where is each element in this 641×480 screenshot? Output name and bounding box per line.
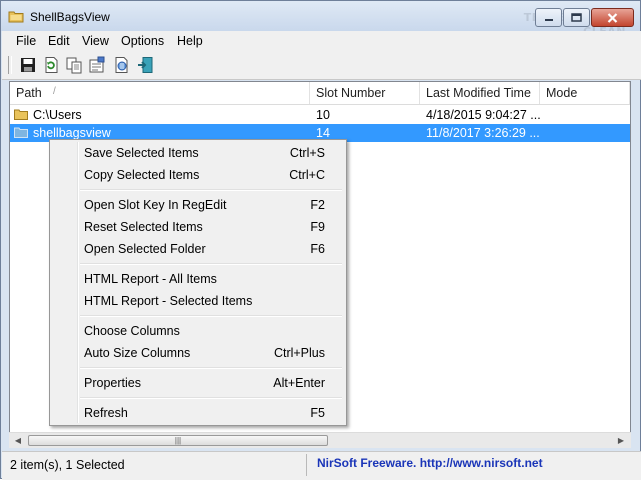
menu-item-auto-size-columns[interactable]: Auto Size Columns Ctrl+Plus <box>53 342 343 364</box>
menu-view[interactable]: View <box>82 34 109 48</box>
window-title: ShellBagsView <box>30 10 110 24</box>
toolbar <box>2 51 641 80</box>
menu-bar: File Edit View Options Help <box>2 31 641 51</box>
menu-item-open-regedit[interactable]: Open Slot Key In RegEdit F2 <box>53 194 343 216</box>
row-slot: 14 <box>316 126 330 140</box>
maximize-icon <box>571 13 582 22</box>
menu-help[interactable]: Help <box>177 34 203 48</box>
menu-separator <box>80 263 342 265</box>
row-path: shellbagsview <box>33 126 111 140</box>
properties-icon[interactable] <box>88 56 106 74</box>
sort-indicator-icon: / <box>53 86 56 97</box>
scrollbar-thumb[interactable]: ||| <box>28 435 328 446</box>
column-header-mode[interactable]: Mode <box>540 82 630 104</box>
status-item-count: 2 item(s), 1 Selected <box>10 458 125 472</box>
menu-separator <box>80 189 342 191</box>
row-path: C:\Users <box>33 108 82 122</box>
minimize-button[interactable] <box>535 8 562 27</box>
copy-icon[interactable] <box>65 56 83 74</box>
close-button[interactable] <box>591 8 634 27</box>
column-header-slot-number[interactable]: Slot Number <box>310 82 420 104</box>
menu-item-reset-selected[interactable]: Reset Selected Items F9 <box>53 216 343 238</box>
row-modified: 11/8/2017 3:26:29 ... <box>426 126 540 140</box>
column-header-path[interactable]: Path / <box>10 82 310 104</box>
menu-separator <box>80 315 342 317</box>
menu-item-html-report-selected[interactable]: HTML Report - Selected Items <box>53 290 343 312</box>
nirsoft-link[interactable]: NirSoft Freeware. http://www.nirsoft.net <box>317 456 543 470</box>
menu-item-html-report-all[interactable]: HTML Report - All Items <box>53 268 343 290</box>
title-bar[interactable]: ShellBagsView TESTED • 100% CLEAN CERTIF… <box>1 1 640 80</box>
folder-icon <box>14 127 28 138</box>
scroll-right-arrow-icon[interactable]: ▶ <box>613 433 629 448</box>
report-icon[interactable] <box>113 56 131 74</box>
table-row[interactable]: C:\Users 10 4/18/2015 9:04:27 ... <box>10 106 630 124</box>
menu-item-refresh[interactable]: Refresh F5 <box>53 402 343 424</box>
toolbar-grip[interactable] <box>8 56 12 74</box>
list-header: Path / Slot Number Last Modified Time Mo… <box>10 82 630 105</box>
context-menu: Save Selected Items Ctrl+S Copy Selected… <box>49 139 347 426</box>
column-header-last-modified[interactable]: Last Modified Time <box>420 82 540 104</box>
scroll-left-arrow-icon[interactable]: ◀ <box>10 433 26 448</box>
menu-item-open-folder[interactable]: Open Selected Folder F6 <box>53 238 343 260</box>
menu-separator <box>80 367 342 369</box>
horizontal-scrollbar[interactable]: ◀ ||| ▶ <box>9 432 631 448</box>
row-slot: 10 <box>316 108 330 122</box>
menu-item-copy-selected[interactable]: Copy Selected Items Ctrl+C <box>53 164 343 186</box>
menu-item-save-selected[interactable]: Save Selected Items Ctrl+S <box>53 142 343 164</box>
maximize-button[interactable] <box>563 8 590 27</box>
menu-item-properties[interactable]: Properties Alt+Enter <box>53 372 343 394</box>
save-icon[interactable] <box>19 56 37 74</box>
menu-separator <box>80 397 342 399</box>
minimize-icon <box>544 18 553 21</box>
folder-icon <box>14 109 28 120</box>
exit-icon[interactable] <box>136 56 154 74</box>
close-icon <box>607 12 618 23</box>
row-modified: 4/18/2015 9:04:27 ... <box>426 108 541 122</box>
menu-file[interactable]: File <box>16 34 36 48</box>
menu-item-choose-columns[interactable]: Choose Columns <box>53 320 343 342</box>
refresh-icon[interactable] <box>42 56 60 74</box>
menu-edit[interactable]: Edit <box>48 34 70 48</box>
status-separator <box>306 454 307 476</box>
status-bar: 2 item(s), 1 Selected NirSoft Freeware. … <box>2 451 641 480</box>
app-window: ShellBagsView TESTED • 100% CLEAN CERTIF… <box>0 0 641 480</box>
menu-options[interactable]: Options <box>121 34 164 48</box>
shellbags-app-icon <box>8 11 24 23</box>
